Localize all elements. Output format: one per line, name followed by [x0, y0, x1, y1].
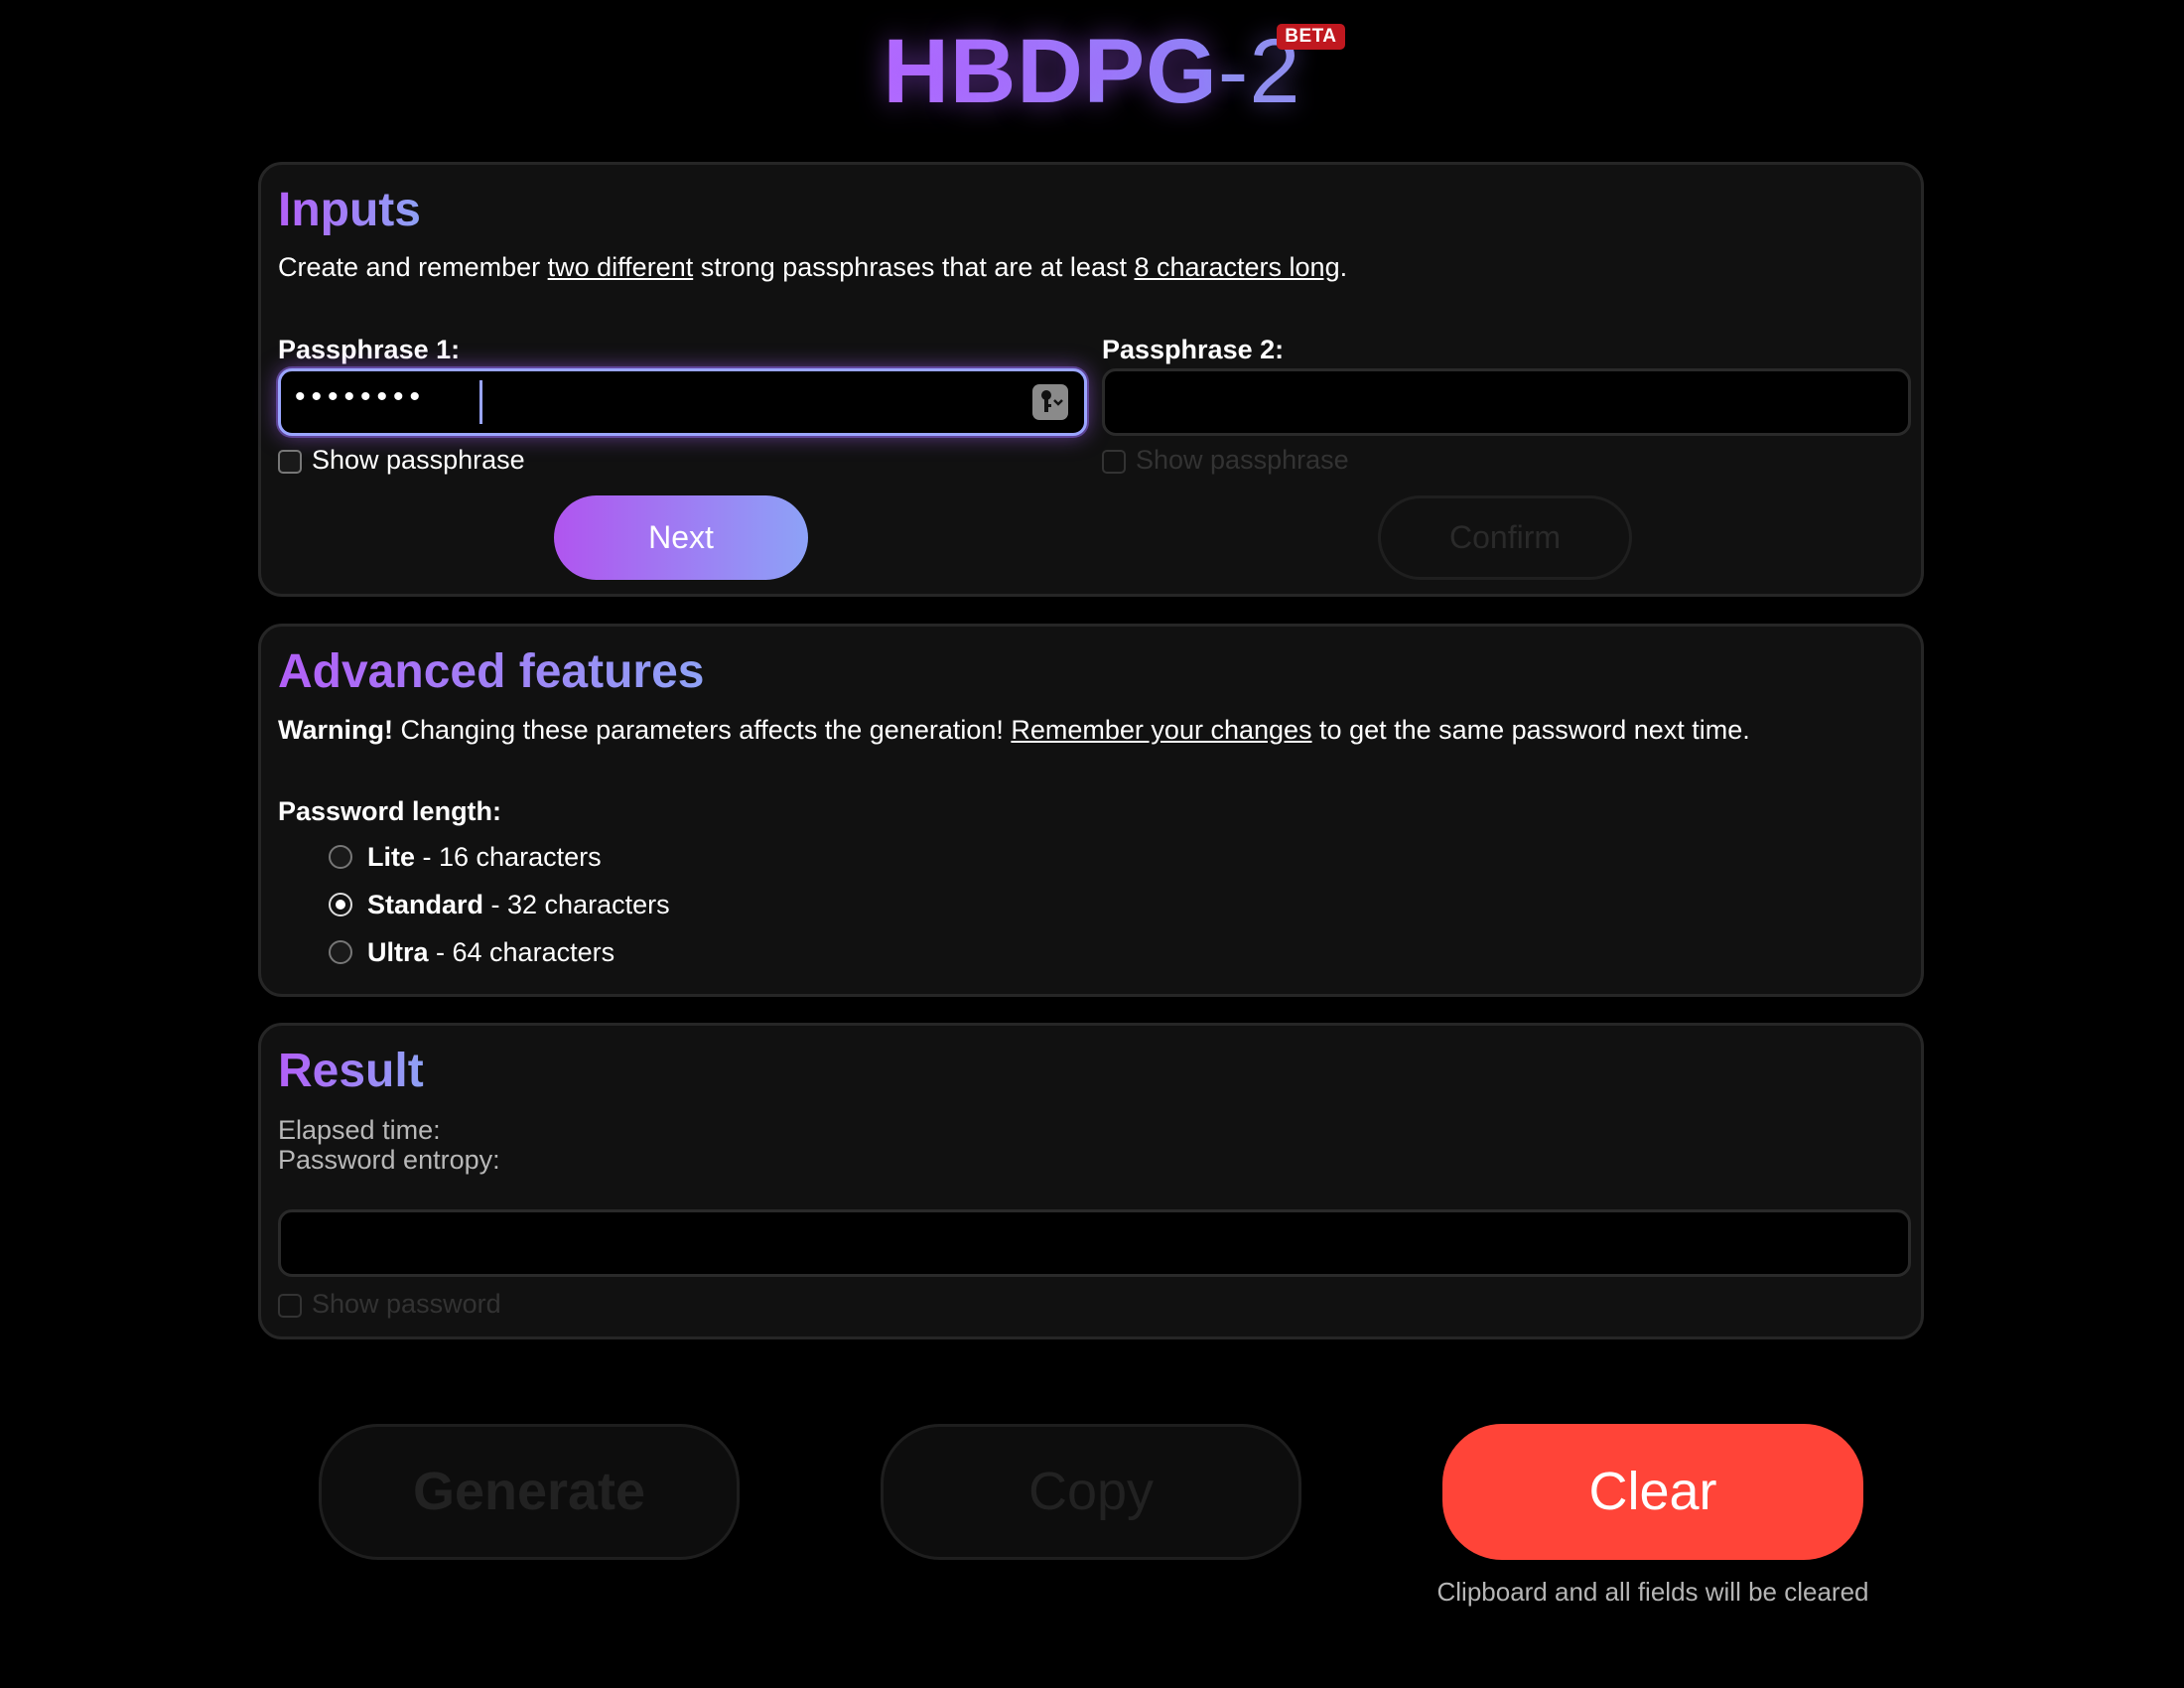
- password-length-label: Password length:: [278, 796, 502, 826]
- lite-label: Lite - 16 characters: [367, 842, 602, 873]
- advanced-title: Advanced features: [278, 645, 705, 698]
- desc-text: .: [1339, 252, 1348, 282]
- confirm-button[interactable]: Confirm: [1378, 495, 1632, 580]
- desc-emphasis-length: 8 characters long: [1134, 252, 1340, 282]
- show-passphrase2-label: Show passphrase: [1136, 445, 1349, 475]
- lite-radio[interactable]: [329, 845, 352, 869]
- option-name: Lite: [367, 842, 416, 872]
- app-logo: HBDPG-2 BETA: [0, 22, 2184, 131]
- beta-badge: BETA: [1277, 24, 1345, 50]
- desc-text: Create and remember: [278, 252, 548, 282]
- passphrase1-input[interactable]: ••••••••: [278, 368, 1087, 436]
- result-card: Result Elapsed time: Password entropy: S…: [258, 1023, 1924, 1339]
- clear-button[interactable]: Clear: [1442, 1424, 1863, 1560]
- page: HBDPG-2 BETA Inputs Create and remember …: [0, 0, 2184, 1688]
- warning-bold: Warning!: [278, 715, 393, 745]
- inputs-description: Create and remember two different strong…: [278, 252, 1347, 283]
- copy-button[interactable]: Copy: [881, 1424, 1301, 1560]
- warning-emphasis: Remember your changes: [1011, 715, 1312, 745]
- passphrase1-value: ••••••••: [295, 380, 427, 413]
- show-passphrase2-checkbox[interactable]: [1102, 450, 1126, 474]
- desc-emphasis-two-different: two different: [547, 252, 694, 282]
- standard-radio[interactable]: [329, 893, 352, 916]
- ultra-label: Ultra - 64 characters: [367, 937, 614, 968]
- result-title: Result: [278, 1045, 424, 1097]
- show-password-label: Show password: [312, 1289, 501, 1319]
- advanced-features-card: Advanced features Warning! Changing thes…: [258, 624, 1924, 997]
- advanced-warning: Warning! Changing these parameters affec…: [278, 715, 1750, 746]
- passphrase2-label: Passphrase 2:: [1102, 335, 1285, 364]
- option-desc: - 16 characters: [415, 842, 602, 872]
- text-caret: [479, 380, 482, 424]
- logo-text: HBDPG: [883, 21, 1218, 122]
- show-passphrase1-label: Show passphrase: [312, 445, 525, 475]
- generate-button[interactable]: Generate: [319, 1424, 740, 1560]
- inputs-card: Inputs Create and remember two different…: [258, 162, 1924, 597]
- standard-label: Standard - 32 characters: [367, 890, 670, 920]
- option-desc: - 32 characters: [483, 890, 670, 919]
- passphrase2-input[interactable]: [1102, 368, 1911, 436]
- warning-text: to get the same password next time.: [1311, 715, 1750, 745]
- desc-text: strong passphrases that are at least: [693, 252, 1135, 282]
- option-desc: - 64 characters: [428, 937, 615, 967]
- password-entropy-label: Password entropy:: [278, 1145, 500, 1175]
- passphrase1-label: Passphrase 1:: [278, 335, 461, 364]
- show-password-checkbox[interactable]: [278, 1294, 302, 1318]
- password-manager-key-icon[interactable]: [1032, 384, 1068, 420]
- elapsed-time-label: Elapsed time:: [278, 1115, 441, 1145]
- warning-text: Changing these parameters affects the ge…: [392, 715, 1012, 745]
- option-name: Ultra: [367, 937, 429, 967]
- next-button[interactable]: Next: [554, 495, 808, 580]
- generated-password-field[interactable]: [278, 1209, 1911, 1277]
- clear-caption: Clipboard and all fields will be cleared: [1436, 1577, 1869, 1607]
- option-name: Standard: [367, 890, 484, 919]
- ultra-radio[interactable]: [329, 940, 352, 964]
- inputs-title: Inputs: [278, 184, 421, 236]
- show-passphrase1-checkbox[interactable]: [278, 450, 302, 474]
